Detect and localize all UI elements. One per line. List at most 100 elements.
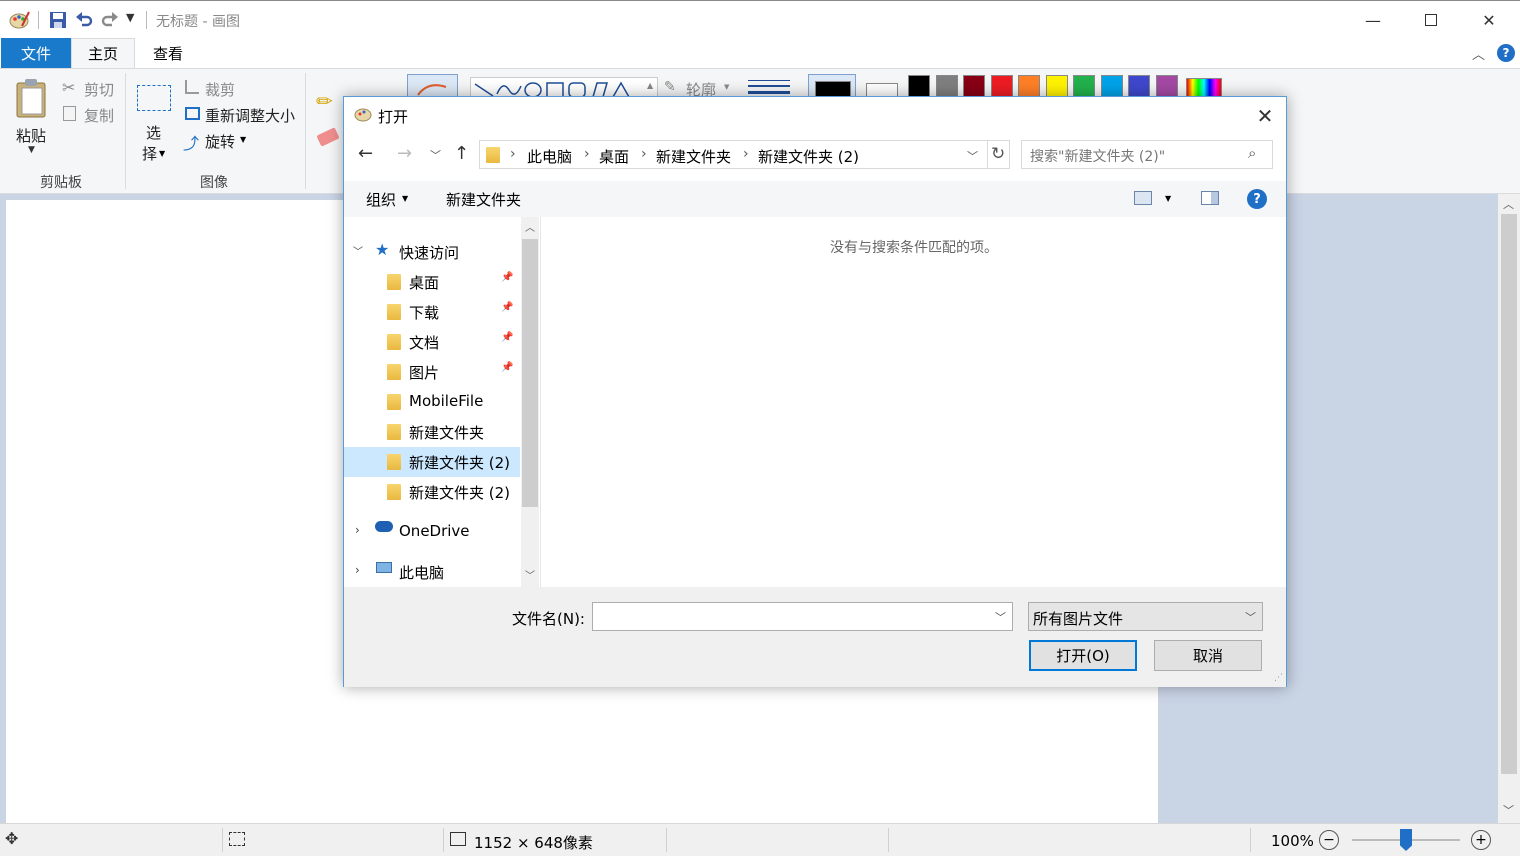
cut-button[interactable]: ✂ 剪切: [62, 78, 120, 100]
vertical-scroll-thumb[interactable]: [1501, 214, 1517, 774]
tab-home[interactable]: 主页: [71, 38, 135, 68]
maximize-button[interactable]: [1402, 1, 1460, 39]
cancel-button[interactable]: 取消: [1154, 640, 1262, 671]
nav-item[interactable]: 新建文件夹: [344, 417, 520, 447]
brushes-button[interactable]: [407, 74, 458, 98]
palette-swatch[interactable]: [1128, 75, 1150, 97]
palette-swatch[interactable]: [1045, 75, 1068, 97]
folder-icon: [387, 274, 401, 290]
zoom-level-text: 100%: [1271, 832, 1314, 850]
breadcrumb-this-pc[interactable]: 此电脑: [527, 146, 572, 167]
resize-button[interactable]: 重新调整大小: [183, 104, 301, 126]
filename-combobox[interactable]: ﹀: [592, 602, 1013, 631]
organize-label: 组织: [366, 191, 397, 209]
clipboard-group-label: 剪贴板: [40, 175, 82, 191]
address-dropdown-icon[interactable]: ﹀: [967, 148, 978, 164]
search-box[interactable]: 搜索"新建文件夹 (2)" ⌕: [1021, 140, 1273, 169]
zoom-out-icon[interactable]: −: [1319, 830, 1339, 850]
palette-swatch[interactable]: [963, 75, 985, 97]
breadcrumb-new-folder-2[interactable]: 新建文件夹 (2): [758, 146, 859, 167]
nav-label: 桌面: [409, 274, 440, 292]
nav-scroll-thumb[interactable]: [522, 239, 538, 507]
search-icon[interactable]: ⌕: [1248, 144, 1256, 162]
recent-locations-chevron-icon[interactable]: ﹀: [430, 147, 441, 163]
preview-pane-icon[interactable]: [1201, 191, 1219, 205]
up-arrow-icon[interactable]: ↑: [454, 143, 469, 164]
shapes-gallery[interactable]: ▲: [470, 77, 658, 98]
customize-qa-chevron-icon[interactable]: ▼: [126, 11, 134, 24]
zoom-slider-thumb[interactable]: [1400, 829, 1412, 851]
pencil-icon[interactable]: ✏: [316, 89, 333, 113]
scroll-down-icon[interactable]: ﹀: [525, 567, 535, 582]
nav-item[interactable]: 桌面 📌: [344, 267, 520, 297]
breadcrumb-new-folder[interactable]: 新建文件夹: [656, 146, 731, 167]
select-button[interactable]: 选 择 ▼: [132, 73, 176, 163]
scroll-up-icon[interactable]: ︿: [525, 219, 535, 234]
zoom-in-icon[interactable]: +: [1471, 830, 1491, 850]
nav-onedrive[interactable]: › OneDrive: [344, 517, 520, 547]
folder-icon: [387, 394, 401, 410]
palette-swatch[interactable]: [990, 75, 1013, 97]
back-arrow-icon[interactable]: ←: [358, 143, 373, 164]
chevron-down-icon[interactable]: ﹀: [995, 609, 1006, 625]
crop-button[interactable]: 裁剪: [183, 78, 243, 100]
rotate-button[interactable]: ⤴ 旋转 ▼: [183, 130, 253, 153]
nav-item[interactable]: 下载 📌: [344, 297, 520, 327]
forward-arrow-icon[interactable]: →: [397, 143, 412, 164]
nav-quick-access[interactable]: ﹀ ★ 快速访问: [344, 237, 520, 267]
nav-item[interactable]: 文档 📌: [344, 327, 520, 357]
empty-message: 没有与搜索条件匹配的项。: [830, 240, 998, 256]
nav-item[interactable]: 新建文件夹 (2): [344, 477, 520, 507]
scroll-down-icon[interactable]: ﹀: [1503, 802, 1514, 818]
tab-view[interactable]: 查看: [135, 38, 201, 68]
address-bar[interactable]: › 此电脑 › 桌面 › 新建文件夹 › 新建文件夹 (2) ﹀ ↻: [479, 140, 1010, 169]
view-options-icon[interactable]: [1134, 191, 1152, 205]
save-icon[interactable]: [49, 11, 67, 29]
resize-grip-icon[interactable]: ⋰: [1274, 673, 1283, 683]
tab-file[interactable]: 文件: [1, 38, 71, 68]
palette-swatch[interactable]: [1018, 75, 1040, 97]
nav-label: 新建文件夹: [409, 424, 485, 442]
redo-icon[interactable]: [101, 11, 119, 29]
folder-icon: [387, 334, 401, 350]
palette-swatch[interactable]: [1100, 75, 1123, 97]
collapse-ribbon-icon[interactable]: ︿: [1472, 44, 1485, 63]
refresh-icon[interactable]: ↻: [991, 144, 1005, 164]
minimize-button[interactable]: —: [1344, 1, 1402, 39]
view-dropdown-icon[interactable]: ▼: [1165, 194, 1171, 203]
shapes-scroll-icon[interactable]: ▲: [647, 81, 653, 90]
folder-icon: [387, 304, 401, 320]
paste-label: 粘贴: [16, 127, 47, 145]
scroll-up-icon[interactable]: ︿: [1503, 196, 1514, 212]
undo-icon[interactable]: [75, 11, 93, 29]
chevron-right-icon[interactable]: ›: [355, 523, 360, 537]
file-list[interactable]: 没有与搜索条件匹配的项。: [540, 217, 1286, 587]
palette-swatch[interactable]: [908, 75, 930, 97]
help-icon[interactable]: ?: [1497, 44, 1515, 62]
paste-button[interactable]: 粘贴 ▼: [6, 73, 60, 159]
nav-this-pc[interactable]: › 此电脑: [344, 557, 520, 587]
filetype-select[interactable]: 所有图片文件 ﹀: [1028, 602, 1263, 631]
eraser-icon[interactable]: [316, 127, 340, 147]
nav-item[interactable]: 图片 📌: [344, 357, 520, 387]
paste-dropdown-icon: ▼: [28, 145, 35, 155]
organize-button[interactable]: 组织 ▼: [366, 189, 416, 211]
open-button[interactable]: 打开(O): [1029, 640, 1137, 671]
palette-swatch[interactable]: [935, 75, 958, 97]
nav-item[interactable]: 新建文件夹 (2): [344, 447, 520, 477]
dialog-close-button[interactable]: ✕: [1250, 101, 1280, 131]
palette-swatch[interactable]: [1155, 75, 1178, 97]
palette-swatch[interactable]: [1073, 75, 1095, 97]
minimize-icon: —: [1365, 10, 1381, 30]
paint-app-icon[interactable]: [8, 10, 30, 30]
help-icon[interactable]: ?: [1247, 189, 1267, 209]
nav-item[interactable]: MobileFile: [344, 387, 520, 417]
chevron-right-icon[interactable]: ›: [355, 563, 360, 577]
outline-icon: ✎: [664, 79, 676, 95]
new-folder-button[interactable]: 新建文件夹: [446, 189, 521, 210]
pin-icon: 📌: [501, 362, 514, 373]
copy-button[interactable]: 复制: [62, 104, 120, 126]
close-button[interactable]: ✕: [1460, 1, 1518, 39]
chevron-down-icon[interactable]: ﹀: [353, 243, 363, 258]
breadcrumb-desktop[interactable]: 桌面: [599, 146, 629, 167]
